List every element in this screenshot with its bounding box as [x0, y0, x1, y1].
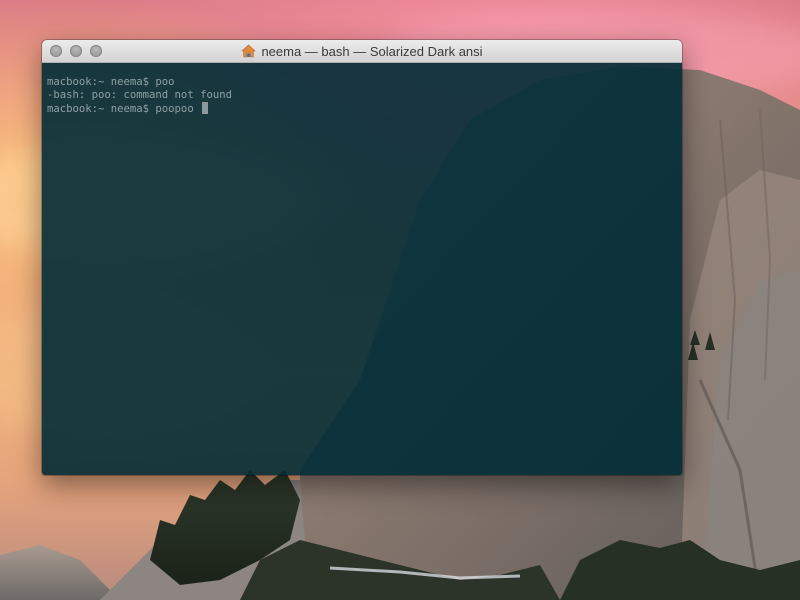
title-bar[interactable]: neema — bash — Solarized Dark ansi [42, 40, 682, 63]
text-cursor [202, 102, 209, 114]
terminal-prompt-line[interactable]: macbook:~ neema$ poopoo [47, 102, 682, 115]
close-icon[interactable] [50, 45, 62, 57]
terminal-window[interactable]: neema — bash — Solarized Dark ansi macbo… [42, 40, 682, 475]
zoom-icon[interactable] [90, 45, 102, 57]
terminal-output[interactable]: macbook:~ neema$ poo -bash: poo: command… [42, 63, 682, 475]
home-folder-icon [241, 44, 257, 58]
minimize-icon[interactable] [70, 45, 82, 57]
window-title: neema — bash — Solarized Dark ansi [241, 43, 483, 59]
terminal-line: -bash: poo: command not found [47, 89, 232, 101]
terminal-line: macbook:~ neema$ poo [47, 76, 175, 88]
window-controls [50, 45, 102, 57]
window-title-text: neema — bash — Solarized Dark ansi [261, 43, 483, 59]
terminal-current-input: macbook:~ neema$ poopoo [47, 103, 201, 115]
